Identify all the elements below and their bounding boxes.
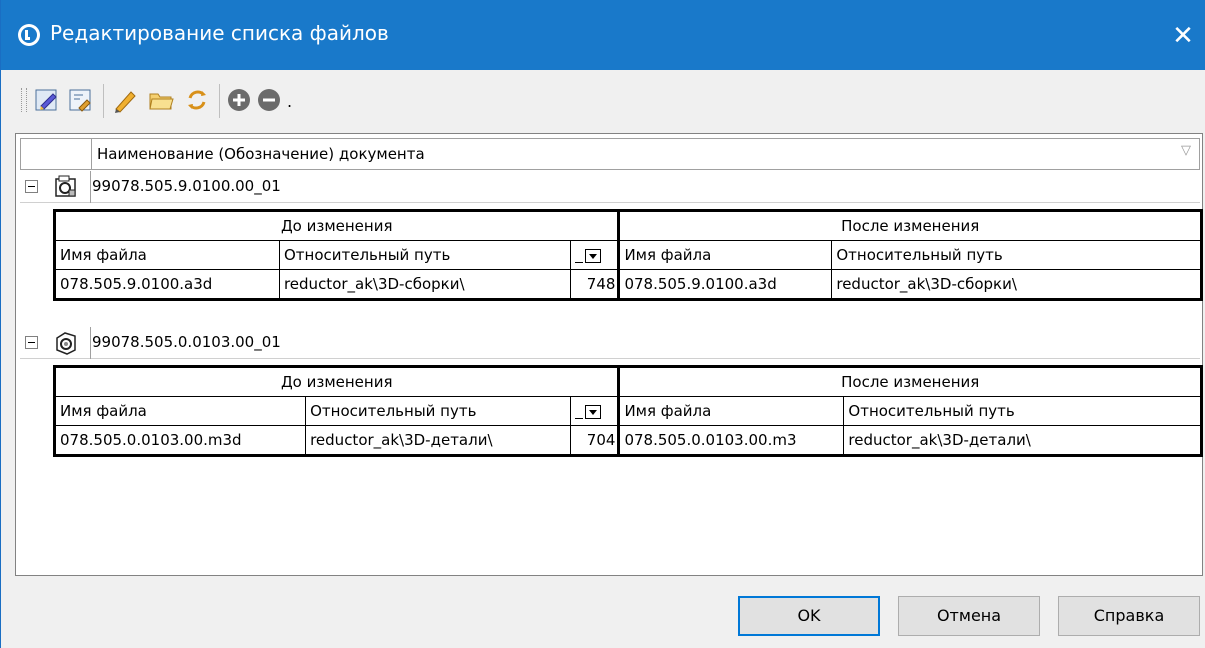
collapse-icon[interactable] [25, 336, 38, 349]
refresh-icon[interactable] [183, 86, 213, 116]
column-header-document[interactable]: Наименование (Обозначение) документа [97, 145, 425, 163]
app-logo-icon [18, 24, 40, 46]
open-folder-icon[interactable] [147, 86, 177, 116]
table-row[interactable]: 078.505.9.0100.a3d reductor_ak\3D-сборки… [54, 269, 1202, 300]
before-path-cell[interactable]: reductor_ak\3D-детали\ [305, 425, 572, 456]
after-path-cell[interactable]: reductor_ak\3D-детали\ [843, 425, 1202, 456]
close-button[interactable]: ✕ [1160, 14, 1205, 58]
before-path-cell[interactable]: reductor_ak\3D-сборки\ [278, 269, 572, 300]
cancel-button[interactable]: Отмена [898, 596, 1040, 636]
before-filename-cell[interactable]: 078.505.9.0100.a3d [54, 269, 280, 300]
column-chooser[interactable] [570, 240, 620, 270]
column-header-path[interactable]: Относительный путь [278, 240, 572, 270]
file-list-grid: Наименование (Обозначение) документа ▽ 9… [15, 133, 1203, 576]
column-header-filename[interactable]: Имя файла [617, 396, 845, 426]
title-bar: Редактирование списка файлов ✕ [1, 0, 1205, 70]
tree-divider [90, 171, 91, 203]
pencil-icon[interactable] [111, 86, 141, 116]
column-header-path[interactable]: Относительный путь [831, 240, 1202, 270]
column-header-filename[interactable]: Имя файла [54, 240, 280, 270]
after-change-header: После изменения [617, 366, 1202, 397]
document-name: 99078.505.9.0100.00_01 [92, 177, 281, 195]
after-filename-cell[interactable]: 078.505.0.0103.00.m3 [617, 425, 845, 456]
part-icon [53, 330, 79, 356]
before-filename-cell[interactable]: 078.505.0.0103.00.m3d [53, 425, 307, 456]
header-corner [21, 139, 92, 169]
document-node[interactable]: 99078.505.0.0103.00_01 [20, 327, 1200, 359]
after-filename-cell[interactable]: 078.505.9.0100.a3d [617, 269, 833, 300]
column-header-filename[interactable]: Имя файла [617, 240, 833, 270]
edit-document-icon[interactable] [33, 86, 63, 116]
dropdown-icon[interactable] [585, 404, 602, 419]
window-title: Редактирование списка файлов [50, 21, 389, 45]
column-header-filename[interactable]: Имя файла [53, 396, 307, 426]
table-row[interactable]: 078.505.0.0103.00.m3d reductor_ak\3D-дет… [53, 425, 1202, 456]
document-node[interactable]: 99078.505.9.0100.00_01 [20, 171, 1200, 203]
toolbar-separator [219, 84, 220, 118]
help-button[interactable]: Справка [1058, 596, 1200, 636]
toolbar-grip[interactable] [21, 88, 27, 112]
document-name: 99078.505.0.0103.00_01 [92, 333, 281, 351]
number-cell[interactable]: 704 [570, 425, 620, 456]
toolbar-overflow-icon[interactable]: . [287, 92, 292, 111]
toolbar: . [15, 76, 615, 120]
after-change-header: После изменения [617, 210, 1202, 241]
grid-header: Наименование (Обозначение) документа ▽ [20, 138, 1200, 170]
assembly-icon [53, 174, 79, 200]
toolbar-separator [103, 84, 104, 118]
replace-document-icon[interactable] [67, 86, 97, 116]
ok-button[interactable]: OK [738, 596, 880, 636]
before-change-header: До изменения [53, 210, 620, 241]
number-cell[interactable]: 748 [570, 269, 620, 300]
filter-icon[interactable]: ▽ [1181, 143, 1191, 158]
column-header-path[interactable]: Относительный путь [305, 396, 572, 426]
file-table: До изменения После изменения Имя файла О… [53, 209, 1203, 301]
add-icon[interactable] [225, 86, 255, 116]
remove-icon[interactable] [255, 86, 285, 116]
column-header-path[interactable]: Относительный путь [843, 396, 1202, 426]
collapse-icon[interactable] [25, 180, 38, 193]
after-path-cell[interactable]: reductor_ak\3D-сборки\ [831, 269, 1202, 300]
file-table: До изменения После изменения Имя файла О… [53, 365, 1203, 457]
before-change-header: До изменения [53, 366, 620, 397]
dialog-window: Редактирование списка файлов ✕ . Наимено… [0, 0, 1205, 648]
tree-divider [90, 327, 91, 359]
dropdown-icon[interactable] [585, 248, 602, 263]
column-chooser[interactable] [570, 396, 620, 426]
